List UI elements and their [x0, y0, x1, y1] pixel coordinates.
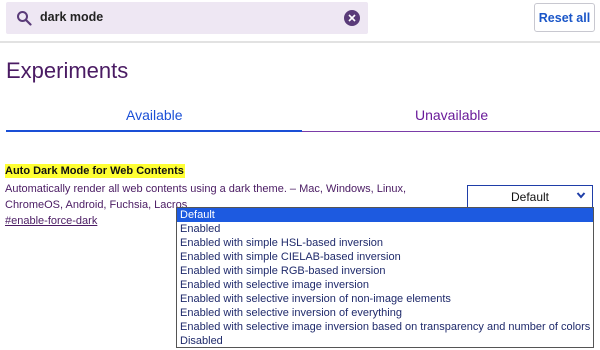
dropdown-option[interactable]: Enabled with selective image inversion b…: [177, 320, 593, 334]
dropdown-option[interactable]: Default: [177, 208, 593, 222]
dropdown-option[interactable]: Disabled: [177, 334, 593, 348]
search-input[interactable]: dark mode: [40, 10, 103, 24]
dropdown-option[interactable]: Enabled with selective inversion of ever…: [177, 306, 593, 320]
search-bar[interactable]: dark mode: [6, 2, 368, 34]
experiment-title: Auto Dark Mode for Web Contents: [5, 164, 185, 178]
header-divider: [0, 41, 600, 43]
reset-all-button[interactable]: Reset all: [534, 3, 595, 32]
dropdown-option[interactable]: Enabled with selective inversion of non-…: [177, 292, 593, 306]
tab-available[interactable]: Available: [126, 107, 183, 123]
dropdown-option[interactable]: Enabled: [177, 222, 593, 236]
experiment-link[interactable]: #enable-force-dark: [5, 215, 97, 227]
select-value: Default: [510, 189, 550, 204]
dropdown-option[interactable]: Enabled with simple RGB-based inversion: [177, 264, 593, 278]
dropdown-option[interactable]: Enabled with selective image inversion: [177, 278, 593, 292]
dropdown-option[interactable]: Enabled with simple CIELAB-based inversi…: [177, 250, 593, 264]
active-tab-indicator: [6, 130, 302, 132]
dropdown-option[interactable]: Enabled with simple HSL-based inversion: [177, 236, 593, 250]
tab-divider: [302, 131, 600, 132]
search-icon: [16, 10, 32, 26]
chevron-down-icon: [576, 190, 586, 203]
experiment-select[interactable]: Default: [467, 185, 593, 208]
page-title: Experiments: [6, 58, 129, 83]
select-dropdown-list: Default Enabled Enabled with simple HSL-…: [176, 207, 594, 348]
clear-search-icon[interactable]: [344, 10, 360, 26]
tab-unavailable[interactable]: Unavailable: [415, 107, 488, 123]
